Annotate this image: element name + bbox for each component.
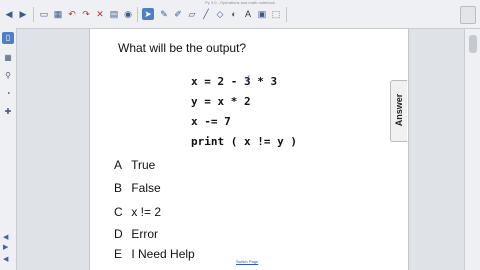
attachments-icon[interactable]: ⚲	[2, 70, 14, 82]
option-d[interactable]: D Error	[114, 227, 158, 241]
option-letter: B	[114, 181, 123, 195]
undo-icon[interactable]: ↶	[66, 8, 78, 20]
window-title: Py 3.0 - Operations and math.notebook	[205, 0, 275, 5]
page-sorter-icon[interactable]: ▯	[2, 32, 14, 44]
document-camera-icon[interactable]: ◉	[122, 8, 134, 20]
previous-icon[interactable]: ◀	[3, 234, 8, 242]
next-page-icon[interactable]: ▶	[17, 8, 29, 20]
fill-icon[interactable]: ◐	[228, 8, 240, 20]
redo-icon[interactable]: ↷	[80, 8, 92, 20]
option-letter: C	[114, 205, 123, 219]
line-icon[interactable]: ╱	[200, 8, 212, 20]
collapse-icon[interactable]: ◀	[3, 256, 8, 264]
add-ons-icon[interactable]: ✚	[2, 106, 14, 118]
screen-shade-icon[interactable]: ▤	[108, 8, 120, 20]
display-icon[interactable]: ▭	[38, 8, 50, 20]
table-icon[interactable]: ▦	[52, 8, 64, 20]
scroll-thumb[interactable]	[469, 35, 477, 53]
option-a[interactable]: A True	[114, 158, 155, 172]
text-icon[interactable]: A	[242, 8, 254, 20]
creative-pen-icon[interactable]: ✐	[172, 8, 184, 20]
question-title: What will be the output?	[118, 41, 247, 55]
code-line: y = x * 2	[191, 95, 251, 108]
next-icon[interactable]: ▶	[3, 244, 8, 252]
option-text: True	[131, 158, 156, 172]
select-icon[interactable]: ➤	[142, 8, 154, 20]
option-text: x != 2	[131, 205, 162, 219]
top-toolbar: Py 3.0 - Operations and math.notebook ◀ …	[0, 0, 480, 29]
option-b[interactable]: B False	[114, 181, 161, 195]
option-text: False	[131, 181, 161, 195]
option-c[interactable]: C x != 2	[114, 205, 161, 219]
delete-icon[interactable]: ✕	[94, 8, 106, 20]
screen-capture-icon[interactable]: ⬚	[270, 8, 282, 20]
option-text: Error	[131, 227, 159, 241]
properties-panel-icon[interactable]: ◔	[2, 88, 14, 100]
switch-page-link[interactable]: Switch Page	[236, 259, 258, 264]
option-letter: A	[114, 158, 123, 172]
code-line: print ( x != y )	[191, 135, 297, 148]
option-text: I Need Help	[131, 247, 195, 261]
right-scrollbar[interactable]	[464, 29, 480, 270]
properties-icon[interactable]: ▣	[256, 8, 268, 20]
previous-page-icon[interactable]: ◀	[3, 8, 15, 20]
option-e[interactable]: E I Need Help	[114, 247, 195, 261]
toolbar-toggle-button[interactable]	[460, 6, 476, 24]
code-line: x = 2 - 3 * 3	[191, 75, 278, 88]
left-sidebar: ▯ ▦ ⚲ ◔ ✚ ◀ ▶ ◀	[0, 28, 17, 270]
answer-tab-label: Answer	[394, 93, 404, 127]
answer-tab[interactable]: Answer	[390, 80, 407, 142]
option-letter: E	[114, 247, 123, 261]
eraser-icon[interactable]: ▱	[186, 8, 198, 20]
gallery-icon[interactable]: ▦	[2, 52, 14, 64]
pen-icon[interactable]: ✎	[158, 8, 170, 20]
option-letter: D	[114, 227, 123, 241]
shape-icon[interactable]: ◇	[214, 8, 226, 20]
code-line: x -= 7	[191, 115, 231, 128]
